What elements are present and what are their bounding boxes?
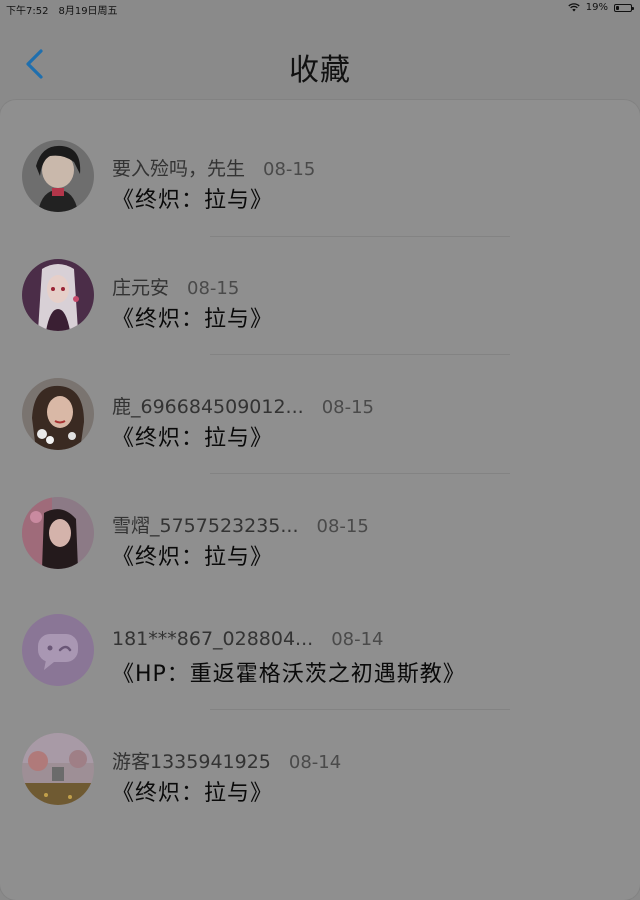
divider bbox=[210, 473, 510, 474]
work-title: 《终炽：拉与》 bbox=[112, 781, 274, 806]
item-date: 08-15 bbox=[316, 516, 369, 537]
page-title: 收藏 bbox=[289, 53, 351, 88]
list-item[interactable]: 庄元安 08-15 《终炽：拉与》 bbox=[0, 237, 640, 355]
battery-percent: 19% bbox=[585, 2, 608, 13]
work-title: 《终炽：拉与》 bbox=[112, 307, 274, 332]
list-item[interactable]: 鹿_696684509012... 08-15 《终炽：拉与》 bbox=[0, 356, 640, 474]
item-meta: 游客1335941925 08-14 bbox=[112, 747, 341, 774]
status-date: 8月19日周五 bbox=[58, 6, 118, 17]
item-date: 08-15 bbox=[321, 397, 374, 418]
avatar bbox=[22, 614, 94, 686]
status-bar: 下午7:52 8月19日周五 19% bbox=[0, 0, 640, 17]
battery-icon bbox=[614, 3, 634, 12]
work-title: 《终炽：拉与》 bbox=[112, 545, 274, 570]
item-meta: 雪熠_5757523235... 08-15 bbox=[112, 511, 369, 538]
avatar bbox=[22, 378, 94, 450]
item-meta: 鹿_696684509012... 08-15 bbox=[112, 392, 374, 419]
avatar bbox=[22, 140, 94, 212]
list-item[interactable]: 游客1335941925 08-14 《终炽：拉与》 bbox=[0, 711, 640, 829]
list-item[interactable]: 要入殓吗，先生 08-15 《终炽：拉与》 bbox=[0, 118, 640, 236]
user-name: 游客1335941925 bbox=[112, 751, 271, 773]
item-date: 08-14 bbox=[288, 752, 342, 773]
work-title: 《终炽：拉与》 bbox=[112, 426, 274, 451]
user-name: 181***867_028804... bbox=[112, 628, 314, 650]
user-name: 要入殓吗，先生 bbox=[112, 158, 246, 180]
wifi-icon bbox=[568, 3, 580, 12]
list-item[interactable]: 雪熠_5757523235... 08-15 《终炽：拉与》 bbox=[0, 475, 640, 593]
user-name: 雪熠_5757523235... bbox=[112, 515, 299, 537]
item-meta: 要入殓吗，先生 08-15 bbox=[112, 154, 315, 181]
work-title: 《终炽：拉与》 bbox=[112, 188, 274, 213]
item-meta: 181***867_028804... 08-14 bbox=[112, 628, 384, 650]
status-time: 下午7:52 bbox=[6, 6, 49, 17]
item-date: 08-15 bbox=[263, 159, 316, 180]
work-title: 《HP：重返霍格沃茨之初遇斯教》 bbox=[112, 662, 466, 687]
favorites-list: 要入殓吗，先生 08-15 《终炽：拉与》 庄元安 08-15 《终炽：拉与》 bbox=[0, 100, 640, 900]
divider bbox=[210, 709, 510, 710]
avatar bbox=[22, 497, 94, 569]
user-name: 鹿_696684509012... bbox=[112, 396, 304, 418]
item-date: 08-15 bbox=[187, 278, 240, 299]
avatar bbox=[22, 733, 94, 805]
item-meta: 庄元安 08-15 bbox=[112, 273, 239, 300]
item-date: 08-14 bbox=[331, 629, 384, 650]
user-name: 庄元安 bbox=[112, 277, 170, 299]
list-item[interactable]: 181***867_028804... 08-14 《HP：重返霍格沃茨之初遇斯… bbox=[0, 592, 640, 710]
divider bbox=[210, 354, 510, 355]
avatar bbox=[22, 259, 94, 331]
nav-bar: 收藏 bbox=[0, 17, 640, 100]
battery-fill bbox=[616, 5, 619, 10]
